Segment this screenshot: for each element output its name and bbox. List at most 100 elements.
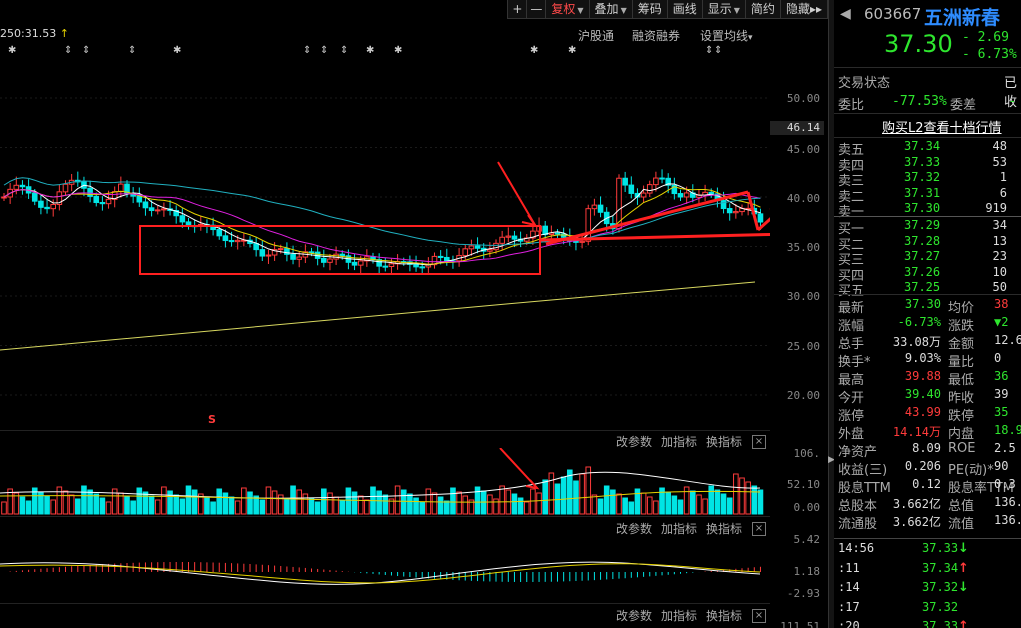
bid-price: 37.27	[904, 249, 941, 263]
stat-row: 净资产 8.09 ROE 2.5	[834, 441, 1021, 460]
tick-price: 37.33	[922, 619, 959, 628]
bottom-swap-indicator-button[interactable]: 换指标	[706, 607, 742, 624]
volume-bar	[284, 498, 290, 515]
candle-down	[99, 202, 106, 205]
separator	[834, 538, 1021, 539]
hide-button[interactable]: 隐藏▸▸	[779, 0, 828, 19]
stat-label: 量比	[948, 355, 975, 370]
macd-swap-indicator-button[interactable]: 换指标	[706, 520, 742, 537]
stat-value: 136.	[994, 495, 1021, 509]
volume-bar	[419, 501, 425, 515]
volume-bar	[44, 495, 50, 515]
volume-bar	[228, 496, 235, 515]
bid-row[interactable]: 买一 37.29 34	[834, 218, 1021, 237]
ask-row[interactable]: 卖二 37.31 6	[834, 186, 1021, 205]
stat-label: 收益(三)	[838, 463, 888, 478]
kline-chart-area[interactable]: + — 复权 ▼ 叠加 ▼ 筹码 画线 显示 ▼ 简约 隐藏▸▸ 250:31.53 …	[0, 0, 828, 628]
stat-label: 总股本	[838, 499, 878, 514]
stat-label: 外盘	[838, 427, 865, 442]
candle-up	[62, 183, 69, 193]
candle-up	[499, 236, 505, 244]
candle-up	[234, 239, 241, 243]
stat-value: 3.662亿	[892, 515, 941, 529]
candle-down	[290, 253, 296, 260]
volume-bar	[210, 501, 216, 515]
candle-up	[154, 209, 161, 212]
l2-upgrade-link[interactable]: 购买L2查看十档行情	[882, 117, 1002, 136]
volume-bar	[154, 499, 161, 515]
volume-bar	[161, 486, 167, 515]
candle-down	[382, 265, 389, 268]
volume-bar	[62, 490, 69, 515]
current-price-marker: 46.14	[770, 121, 824, 135]
stat-value: 12.6	[994, 333, 1021, 347]
candle-down	[554, 232, 561, 235]
bid-row[interactable]: 买三 37.27 23	[834, 249, 1021, 268]
macd-axis-tick: 1.18	[793, 565, 821, 578]
ask-row[interactable]: 卖三 37.32 1	[834, 170, 1021, 189]
candle-down	[511, 235, 518, 240]
candle-down	[757, 213, 764, 223]
volume-bar	[204, 497, 210, 515]
panel-divider	[0, 516, 770, 517]
stat-label: 股息TTM	[838, 481, 891, 496]
candle-up	[493, 242, 499, 251]
bottom-add-indicator-button[interactable]: 加指标	[661, 607, 697, 624]
ask-row[interactable]: 卖五 37.34 48	[834, 139, 1021, 158]
volume-bar	[431, 492, 438, 515]
volume-bar	[437, 496, 444, 515]
volume-bar	[603, 485, 610, 515]
collapse-arrow-icon[interactable]: ▶	[828, 455, 835, 465]
stat-value: 0	[994, 351, 1002, 365]
volume-bar	[720, 493, 727, 515]
volume-bar	[351, 491, 358, 515]
candle-down	[179, 215, 186, 223]
candle-down	[31, 192, 38, 202]
tick-price: 37.32	[922, 599, 959, 614]
separator	[834, 294, 1021, 295]
candle-up	[505, 235, 512, 238]
candle-down	[87, 187, 93, 197]
bid-price: 37.29	[904, 218, 941, 232]
price-axis-tick: 50.00	[786, 92, 820, 105]
volume-bar	[99, 497, 106, 515]
vol-close-icon[interactable]: ×	[752, 435, 766, 449]
bottom-close-icon[interactable]: ×	[752, 609, 766, 623]
weici-value: -	[1010, 94, 1015, 109]
candle-down	[659, 177, 665, 180]
volume-bar	[450, 487, 456, 515]
ask-row[interactable]: 卖四 37.33 53	[834, 155, 1021, 174]
candle-down	[284, 248, 290, 255]
bid-row[interactable]: 买四 37.26 10	[834, 265, 1021, 284]
ask-volume: 919	[985, 201, 1007, 215]
stock-code: 603667	[864, 5, 922, 23]
ask-row[interactable]: 卖一 37.30 919	[834, 201, 1021, 220]
stat-row: 收益(三) 0.206 PE(动)* 90	[834, 459, 1021, 478]
stat-row: 涨幅 -6.73% 涨跌 ▼2	[834, 315, 1021, 334]
volume-bar	[136, 487, 143, 515]
separator	[834, 216, 1021, 217]
candle-down	[726, 208, 733, 214]
volume-bar	[690, 490, 696, 515]
price-axis-tick: 20.00	[786, 389, 820, 402]
candle-up	[265, 254, 272, 257]
macd-close-icon[interactable]: ×	[752, 522, 766, 536]
volume-bar	[456, 491, 462, 515]
macd-svg	[0, 561, 761, 585]
volume-bar	[142, 491, 149, 515]
candle-up	[462, 248, 469, 257]
macd-add-indicator-button[interactable]: 加指标	[661, 520, 697, 537]
macd-params-button[interactable]: 改参数	[616, 520, 652, 537]
bottom-params-button[interactable]: 改参数	[616, 607, 652, 624]
price-axis-tick: 35.00	[786, 241, 820, 254]
volume-bar	[56, 486, 63, 515]
prev-stock-icon[interactable]: ◀	[840, 6, 851, 22]
volume-bar	[290, 485, 296, 515]
volume-bar	[173, 494, 179, 515]
stat-label: 流值	[948, 517, 975, 532]
bid-price: 37.28	[904, 233, 941, 248]
candle-up	[591, 204, 598, 210]
stat-value: -6.73%	[897, 315, 941, 329]
candle-up	[388, 263, 395, 268]
bid-row[interactable]: 买二 37.28 13	[834, 233, 1021, 253]
